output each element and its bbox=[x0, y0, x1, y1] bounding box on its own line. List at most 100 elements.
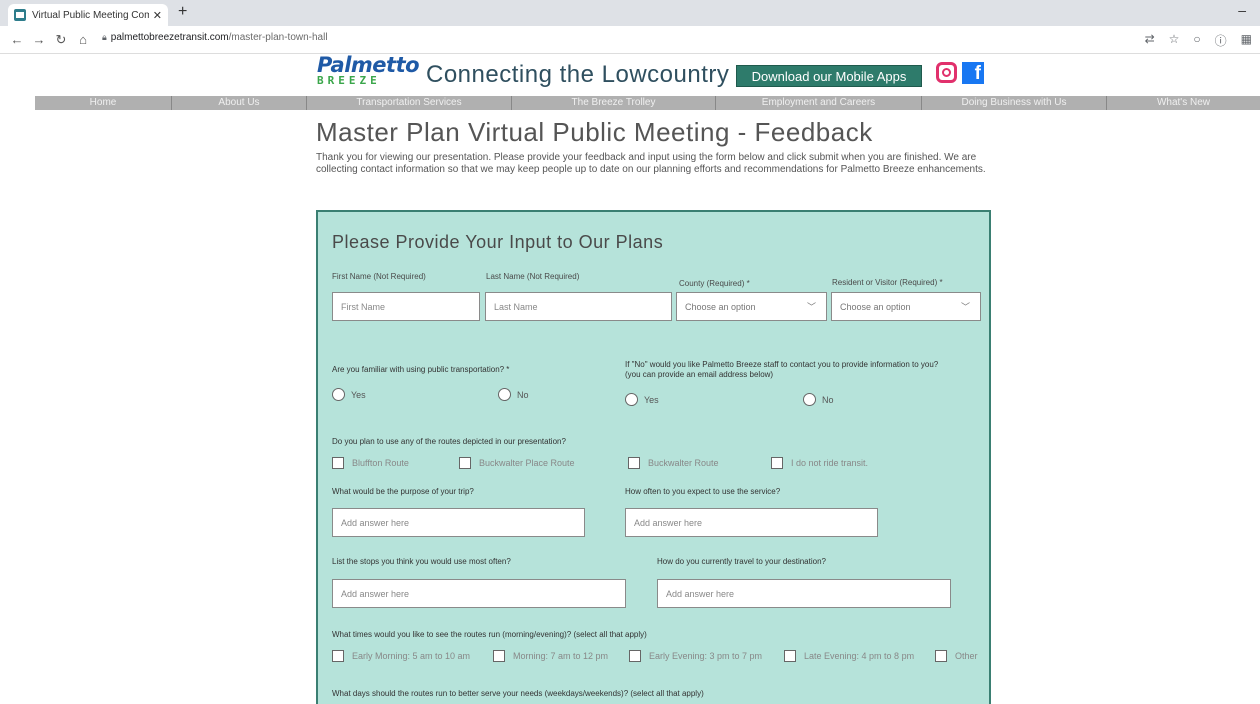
resident-label: Resident or Visitor (Required) * bbox=[832, 278, 943, 287]
stops-input[interactable]: Add answer here bbox=[332, 579, 626, 608]
download-apps-button[interactable]: Download our Mobile Apps bbox=[736, 65, 922, 87]
travel-question: How do you currently travel to your dest… bbox=[657, 557, 826, 566]
facebook-icon[interactable]: f bbox=[962, 62, 984, 84]
checkbox-label: Buckwalter Route bbox=[648, 458, 719, 468]
info-icon[interactable]: ⓘ bbox=[1215, 32, 1227, 49]
time-checkbox-other[interactable]: Other bbox=[935, 650, 978, 662]
last-name-label: Last Name (Not Required) bbox=[486, 272, 580, 281]
forward-arrow-icon[interactable]: → bbox=[30, 32, 48, 47]
tab-title: Virtual Public Meeting Comment bbox=[32, 9, 149, 21]
county-select-value: Choose an option bbox=[685, 301, 756, 312]
checkbox-box bbox=[629, 650, 641, 662]
checkbox-box bbox=[459, 457, 471, 469]
time-checkbox-morning[interactable]: Morning: 7 am to 12 pm bbox=[493, 650, 608, 662]
checkbox-box bbox=[935, 650, 947, 662]
url-path: /master-plan-town-hall bbox=[228, 32, 328, 43]
checkbox-label: Morning: 7 am to 12 pm bbox=[513, 651, 609, 661]
lock-icon: 🔒︎ bbox=[102, 32, 107, 42]
familiar-no-radio[interactable]: No bbox=[498, 388, 529, 401]
checkbox-box bbox=[771, 457, 783, 469]
nav-item-employment-careers[interactable]: Employment and Careers bbox=[716, 96, 922, 110]
chevron-down-icon: ﹀ bbox=[960, 302, 970, 312]
checkbox-box bbox=[493, 650, 505, 662]
purpose-input[interactable]: Add answer here bbox=[332, 508, 585, 537]
last-name-input[interactable]: Last Name bbox=[485, 292, 672, 321]
first-name-label: First Name (Not Required) bbox=[332, 272, 426, 281]
nav-item-transportation-services[interactable]: Transportation Services bbox=[307, 96, 512, 110]
time-checkbox-early-evening[interactable]: Early Evening: 3 pm to 7 pm bbox=[629, 650, 762, 662]
often-input[interactable]: Add answer here bbox=[625, 508, 878, 537]
new-tab-button[interactable]: + bbox=[178, 3, 187, 21]
radio-circle bbox=[803, 393, 816, 406]
radio-label: Yes bbox=[644, 394, 659, 405]
purpose-question: What would be the purpose of your trip? bbox=[332, 487, 474, 496]
contact-yes-radio[interactable]: Yes bbox=[625, 393, 659, 406]
time-checkbox-early-morning[interactable]: Early Morning: 5 am to 10 am bbox=[332, 650, 470, 662]
stops-question: List the stops you think you would use m… bbox=[332, 557, 511, 566]
nav-item-about-us[interactable]: About Us bbox=[172, 96, 307, 110]
browser-tab[interactable]: Virtual Public Meeting Comment ✕ bbox=[8, 4, 168, 26]
checkbox-label: Buckwalter Place Route bbox=[479, 458, 575, 468]
radio-circle bbox=[332, 388, 345, 401]
days-question: What days should the routes run to bette… bbox=[332, 689, 704, 698]
radio-label: No bbox=[822, 394, 834, 405]
checkbox-label: Early Morning: 5 am to 10 am bbox=[352, 651, 471, 661]
route-checkbox-no-transit[interactable]: I do not ride transit. bbox=[771, 457, 868, 469]
extension-icon[interactable]: ○ bbox=[1193, 32, 1200, 49]
nav-item-breeze-trolley[interactable]: The Breeze Trolley bbox=[512, 96, 716, 110]
nav-item-doing-business[interactable]: Doing Business with Us bbox=[922, 96, 1107, 110]
often-question: How often to you expect to use the servi… bbox=[625, 487, 781, 496]
feedback-form: Please Provide Your Input to Our Plans F… bbox=[316, 210, 991, 704]
browser-tab-strip: Virtual Public Meeting Comment ✕ + – bbox=[0, 0, 1260, 26]
resident-select[interactable]: Choose an option ﹀ bbox=[831, 292, 981, 321]
intro-text: Thank you for viewing our presentation. … bbox=[316, 152, 986, 175]
tab-close-icon[interactable]: ✕ bbox=[153, 9, 162, 22]
checkbox-label: Other bbox=[955, 651, 978, 661]
reload-icon[interactable]: ↻ bbox=[52, 32, 70, 48]
radio-label: Yes bbox=[351, 389, 366, 400]
home-icon[interactable]: ⌂ bbox=[74, 32, 92, 47]
checkbox-box bbox=[784, 650, 796, 662]
county-select[interactable]: Choose an option ﹀ bbox=[676, 292, 827, 321]
checkbox-label: I do not ride transit. bbox=[791, 458, 869, 468]
chevron-down-icon: ﹀ bbox=[806, 302, 816, 312]
travel-input[interactable]: Add answer here bbox=[657, 579, 951, 608]
routes-question: Do you plan to use any of the routes dep… bbox=[332, 437, 566, 446]
times-question: What times would you like to see the rou… bbox=[332, 630, 647, 639]
site-tagline: Connecting the Lowcountry bbox=[426, 61, 730, 88]
nav-item-whats-new[interactable]: What's New bbox=[1107, 96, 1260, 110]
minimize-button[interactable]: – bbox=[1238, 2, 1246, 18]
translate-icon[interactable]: ⇄ bbox=[1145, 32, 1155, 49]
radio-circle bbox=[498, 388, 511, 401]
checkbox-label: Early Evening: 3 pm to 7 pm bbox=[649, 651, 763, 661]
checkbox-box bbox=[332, 457, 344, 469]
nav-item-home[interactable]: Home bbox=[35, 96, 172, 110]
contact-question: If "No" would you like Palmetto Breeze s… bbox=[625, 360, 939, 379]
form-title: Please Provide Your Input to Our Plans bbox=[332, 232, 664, 252]
favicon bbox=[14, 9, 26, 21]
checkbox-box bbox=[332, 650, 344, 662]
palmetto-breeze-logo[interactable]: Palmetto BREEZE bbox=[317, 53, 420, 87]
main-nav: Home About Us Transportation Services Th… bbox=[35, 96, 1260, 110]
instagram-icon[interactable] bbox=[936, 62, 957, 83]
familiar-yes-radio[interactable]: Yes bbox=[332, 388, 366, 401]
menu-icon[interactable]: ▦ bbox=[1241, 32, 1252, 49]
url-host: palmettobreezetransit.com bbox=[110, 32, 229, 43]
back-arrow-icon[interactable]: ← bbox=[8, 32, 26, 47]
first-name-input[interactable]: First Name bbox=[332, 292, 480, 321]
route-checkbox-buckwalter-place[interactable]: Buckwalter Place Route bbox=[459, 457, 575, 469]
time-checkbox-late-evening[interactable]: Late Evening: 4 pm to 8 pm bbox=[784, 650, 914, 662]
browser-toolbar: ← → ↻ ⌂ 🔒︎ palmettobreezetransit.com/mas… bbox=[0, 26, 1260, 54]
logo-wordmark-top: Palmetto bbox=[317, 53, 420, 77]
star-icon[interactable]: ☆ bbox=[1169, 32, 1180, 49]
checkbox-label: Late Evening: 4 pm to 8 pm bbox=[804, 651, 915, 661]
route-checkbox-bluffton[interactable]: Bluffton Route bbox=[332, 457, 409, 469]
radio-circle bbox=[625, 393, 638, 406]
address-bar[interactable]: 🔒︎ palmettobreezetransit.com/master-plan… bbox=[102, 32, 328, 43]
county-label: County (Required) * bbox=[679, 279, 750, 288]
radio-label: No bbox=[517, 389, 529, 400]
resident-select-value: Choose an option bbox=[840, 301, 911, 312]
contact-no-radio[interactable]: No bbox=[803, 393, 834, 406]
route-checkbox-buckwalter[interactable]: Buckwalter Route bbox=[628, 457, 719, 469]
checkbox-label: Bluffton Route bbox=[352, 458, 409, 468]
